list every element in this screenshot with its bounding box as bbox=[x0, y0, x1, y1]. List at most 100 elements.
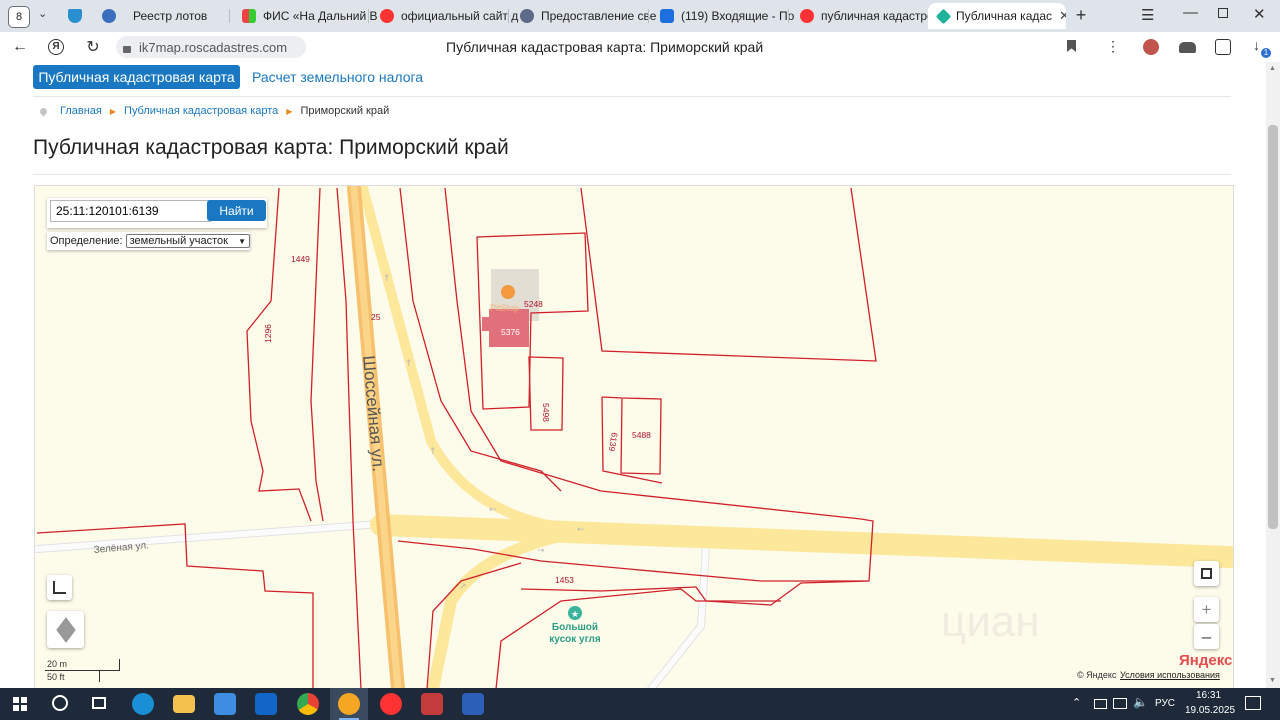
close-window-icon[interactable]: ✕ bbox=[1253, 5, 1266, 23]
svg-text:↑: ↑ bbox=[429, 447, 437, 457]
svg-text:↑: ↑ bbox=[405, 359, 413, 369]
edge-icon[interactable] bbox=[132, 693, 154, 715]
outlook-icon[interactable] bbox=[255, 693, 277, 715]
fullscreen-icon bbox=[1201, 568, 1212, 579]
address-bar-row: ← Я ↻ ik7map.roscadastres.com Публичная … bbox=[0, 32, 1280, 63]
parcel-label: 5248 bbox=[524, 299, 543, 309]
parcel-label: 5498 bbox=[541, 403, 551, 422]
definition-panel: Определение: земельный участок ▼ bbox=[47, 232, 250, 250]
url-text: ik7map.roscadastres.com bbox=[139, 39, 288, 55]
collections-icon[interactable] bbox=[1215, 39, 1231, 55]
language-indicator[interactable]: РУС bbox=[1155, 698, 1175, 709]
nav-land-tax-link[interactable]: Расчет земельного налога bbox=[252, 69, 423, 85]
yandex-icon bbox=[380, 9, 394, 23]
word-icon[interactable] bbox=[462, 693, 484, 715]
scale-meters: 20 m bbox=[47, 659, 68, 669]
bookmark-icon[interactable] bbox=[1067, 40, 1076, 52]
yandex-icon bbox=[800, 9, 814, 23]
shield-icon bbox=[520, 9, 534, 23]
layers-button[interactable] bbox=[47, 611, 84, 648]
url-field[interactable]: ik7map.roscadastres.com bbox=[116, 36, 306, 58]
definition-selected: земельный участок bbox=[129, 235, 228, 247]
windows-start-icon[interactable] bbox=[13, 697, 27, 711]
location-pin-icon bbox=[38, 106, 49, 116]
breadcrumb-arrow-icon: ▶ bbox=[109, 106, 117, 116]
extension-cap-icon[interactable] bbox=[1179, 42, 1196, 53]
volume-icon[interactable]: 🔈 bbox=[1133, 695, 1148, 709]
browser-tab-bar: 8 ⌄ Реестр лотов ФИС «На Дальний В офици… bbox=[0, 0, 1280, 32]
terms-link[interactable]: Условия использования bbox=[1120, 670, 1220, 680]
menu-icon[interactable]: ☰ bbox=[1141, 6, 1154, 24]
app-icon[interactable] bbox=[421, 693, 443, 715]
yandex-browser-active[interactable] bbox=[330, 688, 368, 720]
more-options-icon[interactable]: ⋮ bbox=[1106, 38, 1120, 55]
scroll-down-icon[interactable]: ▼ bbox=[1269, 677, 1276, 684]
heading-divider bbox=[33, 174, 1231, 175]
chrome-icon[interactable] bbox=[297, 693, 319, 715]
svg-text:★: ★ bbox=[571, 610, 579, 620]
battery-icon[interactable] bbox=[1094, 699, 1107, 709]
task-view-icon[interactable] bbox=[92, 697, 106, 709]
map-pin-icon bbox=[935, 8, 952, 24]
cadastral-number-input[interactable] bbox=[50, 200, 211, 222]
pinned-tab[interactable] bbox=[66, 7, 84, 25]
nav-cadastre-map-button[interactable]: Публичная кадастровая карта bbox=[33, 65, 240, 89]
fullscreen-button[interactable] bbox=[1194, 561, 1219, 586]
page-title-display: Публичная кадастровая карта: Приморский … bbox=[446, 39, 764, 55]
definition-label: Определение: bbox=[50, 235, 123, 247]
network-icon[interactable] bbox=[1113, 698, 1127, 709]
ruler-button[interactable] bbox=[47, 575, 72, 600]
tab-search-cadastre[interactable]: публичная кадастро bbox=[790, 3, 944, 29]
tab-predostavlenie[interactable]: Предоставление све bbox=[510, 3, 666, 29]
search-icon[interactable] bbox=[52, 695, 68, 711]
tab-fis[interactable]: ФИС «На Дальний В bbox=[232, 3, 384, 29]
tab-inbox[interactable]: (119) Входящие - По bbox=[650, 3, 806, 29]
breadcrumb-current: Приморский край bbox=[300, 105, 390, 117]
find-button[interactable]: Найти bbox=[207, 200, 266, 221]
minimize-icon[interactable]: — bbox=[1183, 4, 1198, 21]
notifications-icon[interactable] bbox=[1245, 696, 1261, 710]
lock-icon bbox=[123, 45, 131, 53]
file-explorer-icon[interactable] bbox=[173, 695, 195, 713]
restore-icon[interactable] bbox=[1218, 8, 1228, 18]
zoom-out-button[interactable]: – bbox=[1194, 624, 1219, 649]
fis-logo-icon bbox=[242, 9, 256, 23]
breadcrumb-map[interactable]: Публичная кадастровая карта bbox=[124, 105, 278, 117]
definition-select[interactable]: земельный участок ▼ bbox=[125, 234, 250, 248]
back-icon[interactable]: ← bbox=[10, 37, 30, 57]
yandex-icon[interactable] bbox=[380, 693, 402, 715]
poi-label[interactable]: Большой кусок угля bbox=[547, 622, 603, 646]
scale-bar: 20 m 50 ft bbox=[45, 659, 120, 683]
tab-cadastre-map-active[interactable]: Публичная кадас ✕ bbox=[928, 3, 1066, 29]
reload-icon[interactable]: ↻ bbox=[83, 37, 103, 57]
scroll-up-icon[interactable]: ▲ bbox=[1269, 65, 1276, 72]
clock-date[interactable]: 19.05.2025 bbox=[1185, 705, 1235, 716]
new-tab-button[interactable]: + bbox=[1071, 5, 1091, 25]
scrollbar-thumb[interactable] bbox=[1268, 125, 1278, 529]
tray-chevron-icon[interactable]: ⌃ bbox=[1072, 696, 1081, 709]
extension-icon[interactable] bbox=[1143, 39, 1159, 55]
parcel-label: 6139 bbox=[607, 432, 620, 453]
store-icon[interactable] bbox=[214, 693, 236, 715]
clock-time[interactable]: 16:31 bbox=[1196, 690, 1221, 701]
breadcrumb-home[interactable]: Главная bbox=[60, 105, 102, 117]
yandex-home-icon[interactable]: Я bbox=[46, 37, 66, 57]
tabs-dropdown-icon[interactable]: ⌄ bbox=[38, 7, 47, 20]
parcel-borders bbox=[36, 187, 877, 689]
tab-count: 8 bbox=[15, 11, 23, 23]
cadastre-map[interactable]: циан PitStop 1449 1296 25 5248 5376 5498… bbox=[34, 185, 1234, 690]
parcel-label: 1296 bbox=[263, 324, 273, 343]
windows-taskbar: ⌃ 🔈 РУС 16:31 19.05.2025 bbox=[0, 688, 1280, 720]
map-copyright: © Яндекс bbox=[1077, 670, 1117, 680]
downloads-icon[interactable]: ↓ bbox=[1253, 37, 1260, 53]
tab-counter-button[interactable]: 8 bbox=[8, 6, 30, 28]
scale-feet: 50 ft bbox=[47, 672, 65, 682]
downloads-badge: 1 bbox=[1261, 48, 1271, 58]
tab-reestr-lotov[interactable]: Реестр лотов bbox=[92, 3, 240, 29]
tab-official-site[interactable]: официальный сайт д bbox=[370, 3, 526, 29]
page-heading: Публичная кадастровая карта: Приморский … bbox=[33, 136, 509, 159]
svg-text:←: ← bbox=[577, 525, 585, 535]
zoom-in-button[interactable]: + bbox=[1194, 597, 1219, 622]
close-tab-icon[interactable]: ✕ bbox=[1059, 8, 1066, 24]
svg-text:↗: ↗ bbox=[459, 582, 467, 592]
